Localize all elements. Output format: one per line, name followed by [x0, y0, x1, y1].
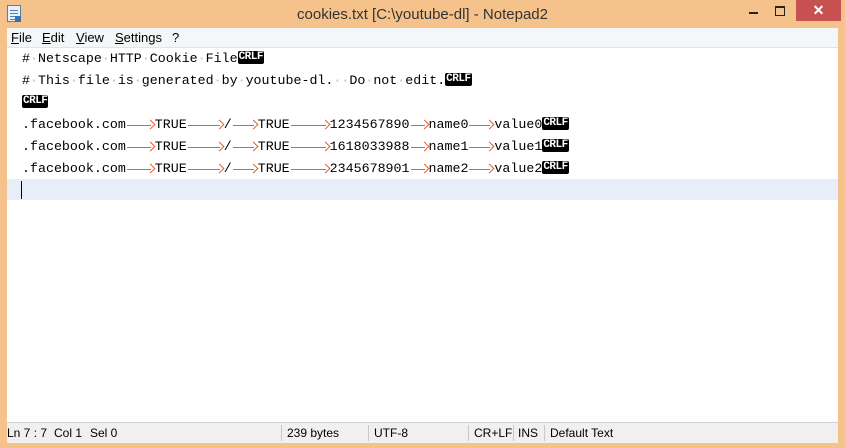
space-marker: · [237, 73, 246, 88]
tab-arrow-icon [187, 158, 224, 180]
status-selection: Sel 0 [90, 426, 118, 440]
tab-arrow-icon [410, 136, 429, 158]
tab-arrow-icon [232, 136, 258, 158]
cookie-field: TRUE [154, 139, 187, 154]
cookie-field: value2 [494, 161, 543, 176]
menu-help[interactable]: ? [172, 29, 179, 46]
text-line: .facebook.com TRUE / TRUE 1234567890 name0 val… [22, 114, 569, 136]
space-marker: · [141, 51, 150, 66]
status-separator [513, 425, 514, 441]
tab-arrow-icon [232, 158, 258, 180]
status-separator [281, 425, 282, 441]
status-separator [468, 425, 469, 441]
eol-marker: CRLF [22, 94, 49, 108]
cookie-field: TRUE [257, 139, 290, 154]
cookie-field: name2 [428, 161, 469, 176]
cookie-field: .facebook.com [22, 161, 126, 176]
cookie-field: name1 [428, 139, 469, 154]
maximize-button[interactable] [767, 0, 793, 21]
eol-marker: CRLF [542, 116, 569, 130]
cookie-field: TRUE [154, 161, 187, 176]
status-line-endings[interactable]: CR+LF [474, 423, 512, 443]
tab-arrow-icon [410, 114, 429, 136]
status-encoding[interactable]: UTF-8 [374, 423, 408, 443]
eol-marker: CRLF [542, 160, 569, 174]
tab-arrow-icon [290, 136, 330, 158]
text-line: .facebook.com TRUE / TRUE 2345678901 name2 val… [22, 158, 569, 180]
cookie-field: / [223, 139, 232, 154]
cookie-field: TRUE [257, 161, 290, 176]
menu-edit[interactable]: Edit [42, 29, 64, 46]
space-marker: · [29, 73, 38, 88]
menu-bar: File Edit View Settings ? [7, 28, 838, 48]
cookie-field: / [223, 117, 232, 132]
menu-view[interactable]: View [76, 29, 104, 46]
space-marker: · [101, 51, 110, 66]
space-marker: · [133, 73, 142, 88]
tab-arrow-icon [290, 158, 330, 180]
cookie-field: 1234567890 [329, 117, 410, 132]
cookie-field: .facebook.com [22, 139, 126, 154]
text-line: .facebook.com TRUE / TRUE 1618033988 name1 val… [22, 136, 569, 158]
tab-arrow-icon [468, 114, 494, 136]
close-icon: ✕ [812, 2, 825, 18]
text-line: #·This·file·is·generated·by·youtube-dl.·… [22, 70, 472, 92]
header-text: #·Netscape·HTTP·Cookie·File [22, 51, 238, 66]
menu-file[interactable]: File [11, 29, 32, 46]
status-separator [544, 425, 545, 441]
eol-marker: CRLF [542, 138, 569, 152]
tab-arrow-icon [290, 114, 330, 136]
eol-marker: CRLF [237, 50, 264, 64]
client-area: File Edit View Settings ? #·Netscape·HTT… [7, 28, 838, 443]
tab-arrow-icon [410, 158, 429, 180]
status-insert-mode[interactable]: INS [518, 423, 538, 443]
maximize-icon [775, 6, 785, 17]
status-scheme[interactable]: Default Text [550, 423, 613, 443]
space-marker: · [213, 73, 222, 88]
cookie-field: TRUE [257, 117, 290, 132]
cookie-field: name0 [428, 117, 469, 132]
minimize-button[interactable] [740, 0, 766, 21]
space-marker: · [365, 73, 374, 88]
text-line: #·Netscape·HTTP·Cookie·FileCRLF [22, 48, 264, 70]
window-title: cookies.txt [C:\youtube-dl] - Notepad2 [297, 6, 548, 23]
minimize-icon [748, 12, 758, 15]
cookie-field: value0 [494, 117, 543, 132]
space-marker: · [341, 73, 350, 88]
close-button[interactable]: ✕ [796, 0, 841, 21]
tab-arrow-icon [468, 136, 494, 158]
cookie-field: / [223, 161, 232, 176]
cookie-field: .facebook.com [22, 117, 126, 132]
menu-settings[interactable]: Settings [115, 29, 162, 46]
eol-marker: CRLF [445, 72, 472, 86]
space-marker: · [397, 73, 406, 88]
cookie-field: value1 [494, 139, 543, 154]
header-text: #·This·file·is·generated·by·youtube-dl.·… [22, 73, 446, 88]
tab-arrow-icon [232, 114, 258, 136]
status-file-size: 239 bytes [287, 426, 340, 440]
notepad2-window: cookies.txt [C:\youtube-dl] - Notepad2 ✕… [0, 0, 845, 448]
text-line: CRLF [22, 92, 49, 114]
tab-arrow-icon [187, 114, 224, 136]
cookie-field: TRUE [154, 117, 187, 132]
tab-arrow-icon [126, 158, 155, 180]
status-separator [368, 425, 369, 441]
tab-arrow-icon [187, 136, 224, 158]
title-bar[interactable]: cookies.txt [C:\youtube-dl] - Notepad2 ✕ [0, 0, 845, 28]
status-bar: Ln 7 : 7 Col 1 Sel 0 239 bytes UTF-8 CR+… [7, 422, 838, 443]
tab-arrow-icon [468, 158, 494, 180]
space-marker: · [69, 73, 78, 88]
text-caret [21, 181, 22, 199]
status-position: Ln 7 : 7 [7, 426, 48, 440]
tab-arrow-icon [126, 136, 155, 158]
cookie-field: 1618033988 [329, 139, 410, 154]
text-editor[interactable]: #·Netscape·HTTP·Cookie·FileCRLF #·This·fi… [7, 48, 838, 422]
cookie-field: 2345678901 [329, 161, 410, 176]
current-line-highlight [7, 179, 838, 200]
space-marker: · [29, 51, 38, 66]
tab-arrow-icon [126, 114, 155, 136]
status-column: Col 1 [54, 426, 83, 440]
space-marker: · [197, 51, 206, 66]
space-marker: · [109, 73, 118, 88]
